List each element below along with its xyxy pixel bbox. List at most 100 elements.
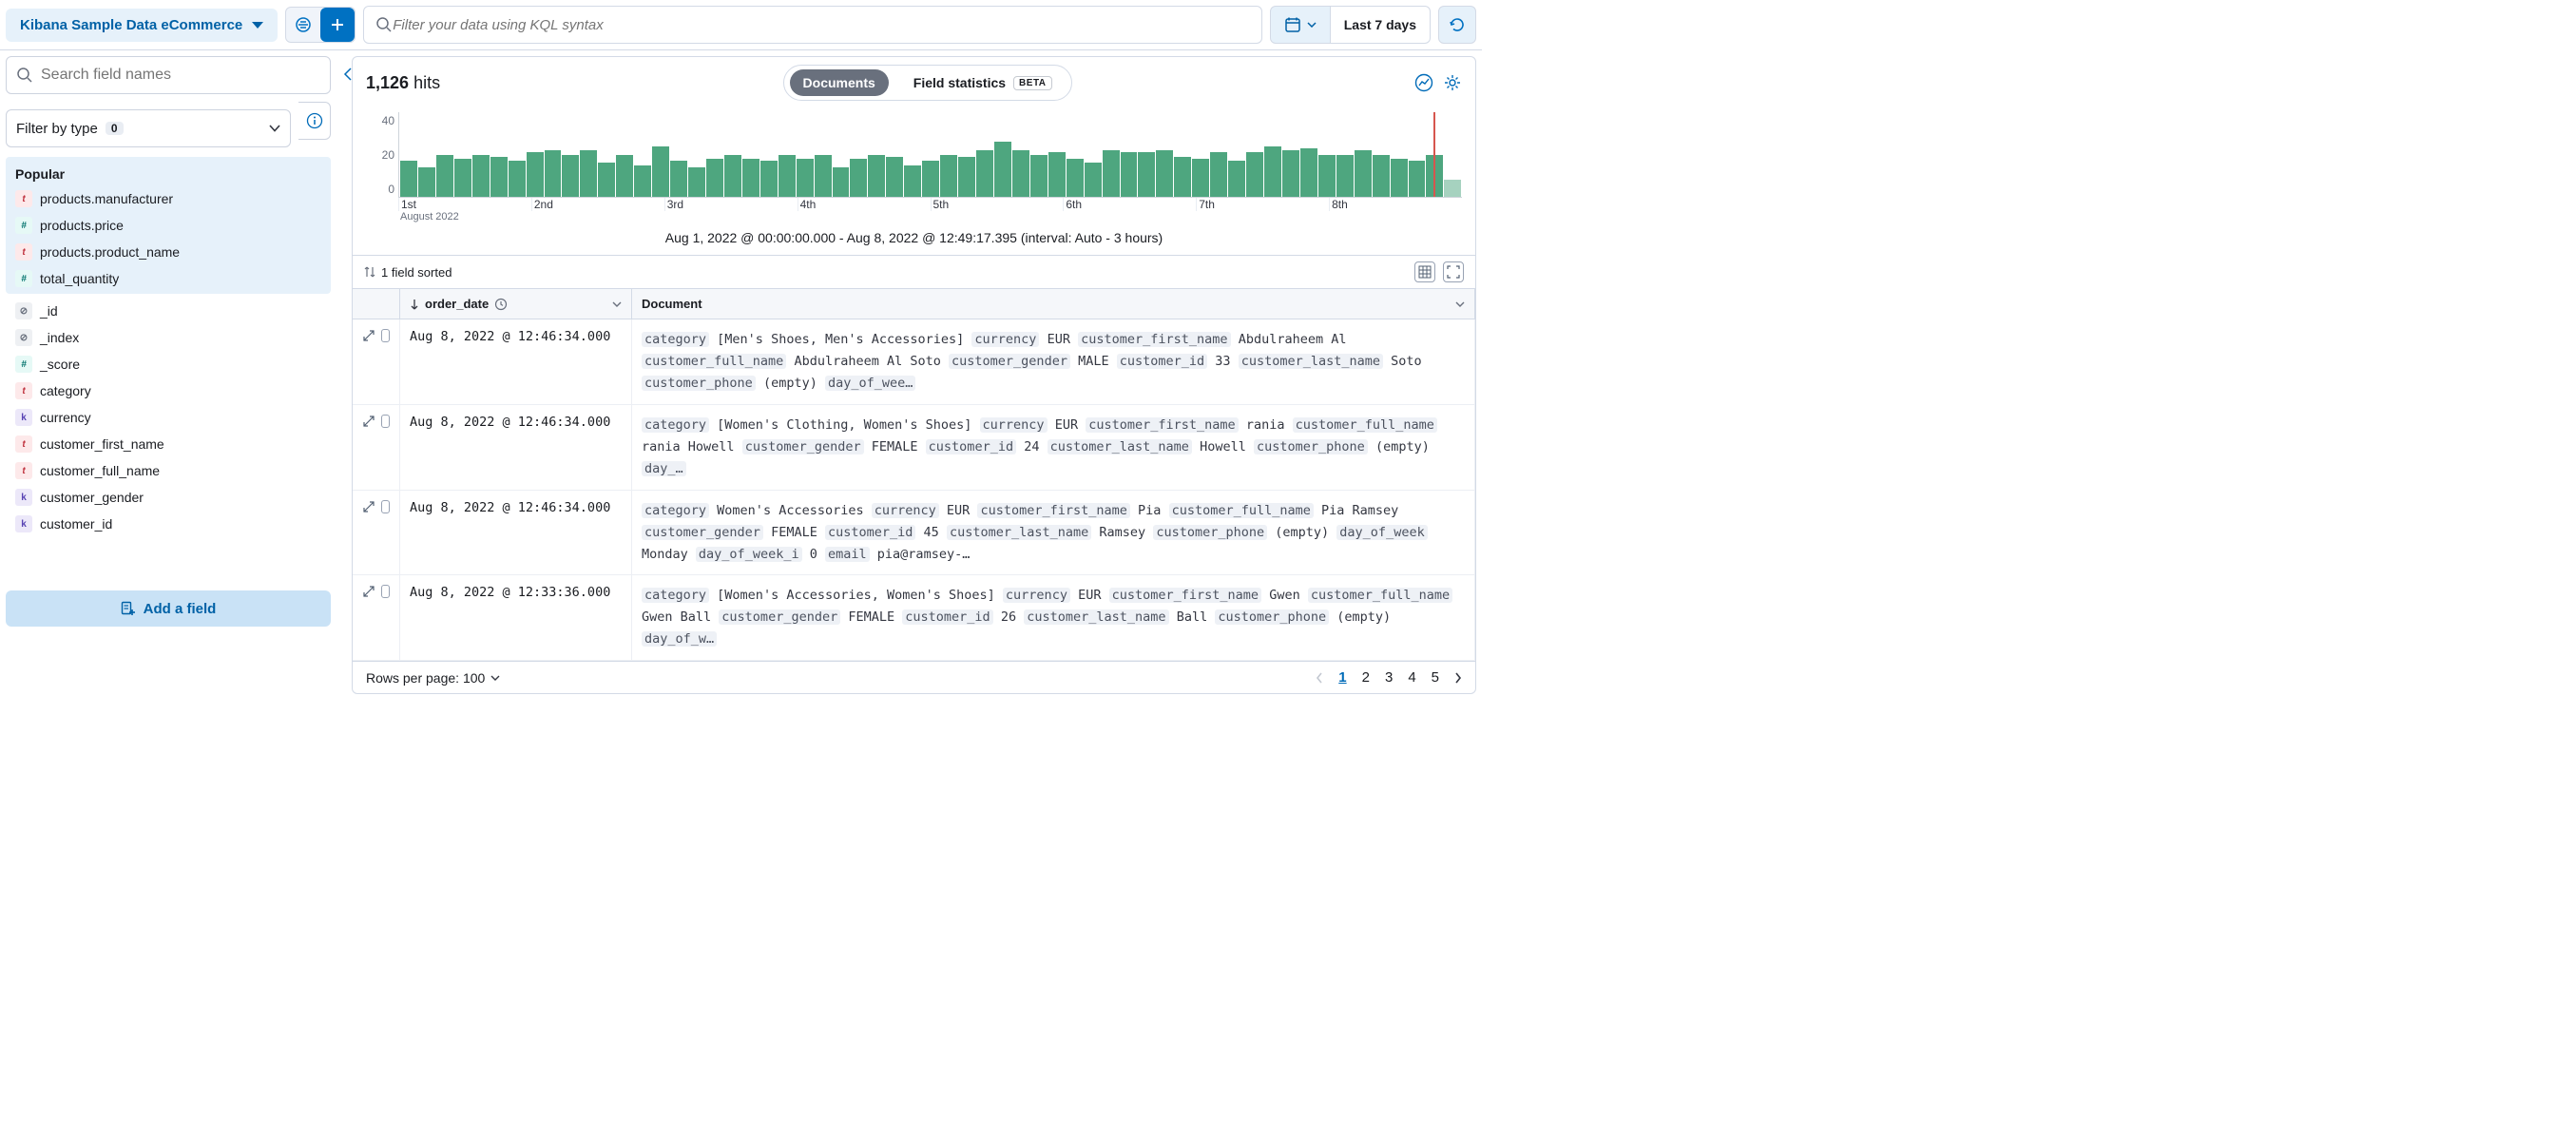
page-4[interactable]: 4 [1408,669,1415,686]
field-item[interactable]: t category [6,377,331,404]
histogram-bar[interactable] [472,155,490,198]
histogram-bar[interactable] [436,155,453,198]
histogram-bar[interactable] [1138,152,1155,197]
histogram-bar[interactable] [1336,155,1354,198]
histogram-bar[interactable] [634,165,651,197]
histogram-bar[interactable] [1409,161,1426,197]
field-item[interactable]: t customer_first_name [6,431,331,457]
histogram-bar[interactable] [598,163,615,197]
histogram-bar[interactable] [1067,159,1084,197]
expand-row-button[interactable] [362,329,375,342]
page-3[interactable]: 3 [1385,669,1393,686]
refresh-button[interactable] [1438,6,1476,44]
field-item[interactable]: # _score [6,351,331,377]
date-picker-button[interactable] [1270,6,1331,44]
row-checkbox[interactable] [381,500,390,513]
rows-per-page[interactable]: Rows per page: 100 [366,670,500,686]
histogram-bar[interactable] [616,155,633,198]
histogram-bar[interactable] [1373,155,1390,198]
histogram-bar[interactable] [940,155,957,198]
filter-by-type[interactable]: Filter by type 0 [6,109,291,147]
field-item[interactable]: ⊘ _index [6,324,331,351]
histogram-bar[interactable] [652,146,669,197]
row-checkbox[interactable] [381,585,390,598]
histogram-bar[interactable] [1300,148,1317,197]
column-order-date[interactable]: order_date [400,289,632,319]
field-item[interactable]: k customer_id [6,511,331,537]
histogram-bar[interactable] [1156,150,1173,197]
column-menu-icon[interactable] [612,301,622,307]
add-field-button[interactable]: Add a field [6,590,331,627]
page-2[interactable]: 2 [1362,669,1370,686]
expand-row-button[interactable] [362,415,375,428]
histogram-bar[interactable] [1192,159,1209,197]
histogram-bar[interactable] [1048,152,1066,197]
histogram-bar[interactable] [868,155,885,198]
histogram-bar[interactable] [1355,150,1372,197]
histogram-bar[interactable] [562,155,579,198]
histogram-bar[interactable] [994,142,1011,197]
field-info-button[interactable] [298,102,331,140]
query-bar[interactable] [363,6,1261,44]
tab-field-statistics[interactable]: Field statistics BETA [900,69,1066,96]
page-5[interactable]: 5 [1432,669,1439,686]
histogram-bar[interactable] [454,159,471,197]
query-input[interactable] [393,17,1249,33]
field-item[interactable]: # products.price [6,212,331,239]
histogram-bar[interactable] [922,161,939,197]
histogram-bar[interactable] [724,155,741,198]
filter-icon-button[interactable] [286,8,320,42]
histogram-bar[interactable] [1121,152,1138,197]
histogram-bar[interactable] [527,152,544,197]
page-next[interactable] [1454,672,1462,684]
histogram-bar[interactable] [742,159,759,197]
histogram-bar[interactable] [958,157,975,197]
histogram-bar[interactable] [1264,146,1281,197]
histogram-bar[interactable] [400,161,417,197]
histogram-bar[interactable] [1085,163,1102,197]
date-range-label[interactable]: Last 7 days [1331,6,1431,44]
histogram-bar[interactable] [1246,152,1263,197]
add-filter-button[interactable] [320,8,355,42]
histogram-bar[interactable] [490,157,508,197]
histogram-bar[interactable] [1030,155,1048,198]
column-document[interactable]: Document [632,289,1475,319]
histogram-bar[interactable] [580,150,597,197]
field-item[interactable]: k currency [6,404,331,431]
field-item[interactable]: ⊘ _id [6,298,331,324]
histogram-bar[interactable] [706,159,723,197]
histogram-bar[interactable] [797,159,814,197]
column-menu-icon[interactable] [1455,301,1465,307]
sort-indicator[interactable]: 1 field sorted [364,265,452,280]
field-item[interactable]: t products.product_name [6,239,331,265]
expand-row-button[interactable] [362,500,375,513]
field-search[interactable] [6,56,331,94]
histogram-bar[interactable] [688,167,705,197]
settings-button[interactable] [1443,73,1462,92]
histogram-bar[interactable] [509,161,526,197]
fullscreen-button[interactable] [1443,261,1464,282]
field-item[interactable]: t products.manufacturer [6,185,331,212]
tab-documents[interactable]: Documents [790,69,889,96]
histogram-bar[interactable] [886,157,903,197]
dataview-selector[interactable]: Kibana Sample Data eCommerce [6,9,278,42]
histogram-bar[interactable] [760,161,778,197]
field-item[interactable]: t customer_full_name [6,457,331,484]
row-checkbox[interactable] [381,415,390,428]
histogram-bar[interactable] [1282,150,1299,197]
histogram-bar[interactable] [1318,155,1336,198]
histogram-bar[interactable] [418,167,435,197]
histogram-bar[interactable] [976,150,993,197]
collapse-sidebar-button[interactable] [340,66,357,83]
histogram-bar[interactable] [779,155,796,198]
row-checkbox[interactable] [381,329,390,342]
histogram-bar[interactable] [1103,150,1120,197]
histogram-bar[interactable] [1391,159,1408,197]
field-item[interactable]: k customer_gender [6,484,331,511]
histogram-bar[interactable] [815,155,832,198]
field-search-input[interactable] [41,67,320,84]
histogram-bar[interactable] [1012,150,1029,197]
density-button[interactable] [1414,261,1435,282]
histogram-bar[interactable] [545,150,562,197]
histogram-bar[interactable] [904,165,921,197]
